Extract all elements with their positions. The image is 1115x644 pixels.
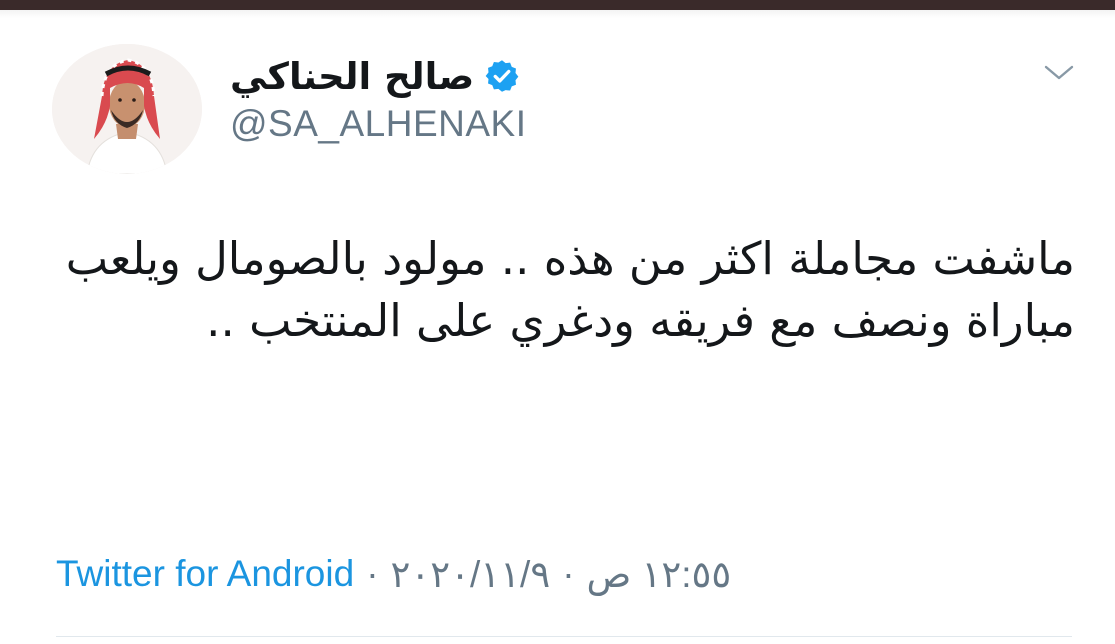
meta-separator: · (366, 553, 379, 594)
tweet-text: ماشفت مجاملة اكثر من هذه .. مولود بالصوم… (65, 232, 1075, 347)
top-shade (0, 10, 1115, 18)
author-name-row[interactable]: صالح الحناكي (230, 50, 1115, 102)
author-handle[interactable]: @SA_ALHENAKI (230, 103, 527, 145)
tweet-source-link[interactable]: Twitter for Android (56, 553, 354, 595)
chevron-down-icon[interactable] (1042, 60, 1076, 84)
avatar-image (52, 44, 202, 174)
divider (56, 636, 1072, 637)
meta-separator: · (562, 553, 575, 594)
tweet-date[interactable]: ٢٠٢٠/١١/٩ (391, 553, 551, 596)
tweet-time[interactable]: ١٢:٥٥ ص (587, 553, 732, 596)
tweet-meta: Twitter for Android · ٢٠٢٠/١١/٩ · ١٢:٥٥ … (56, 548, 731, 600)
verified-badge-icon (485, 60, 519, 92)
author-display-name[interactable]: صالح الحناكي (230, 58, 474, 95)
avatar[interactable] (52, 44, 202, 174)
top-bar (0, 0, 1115, 10)
